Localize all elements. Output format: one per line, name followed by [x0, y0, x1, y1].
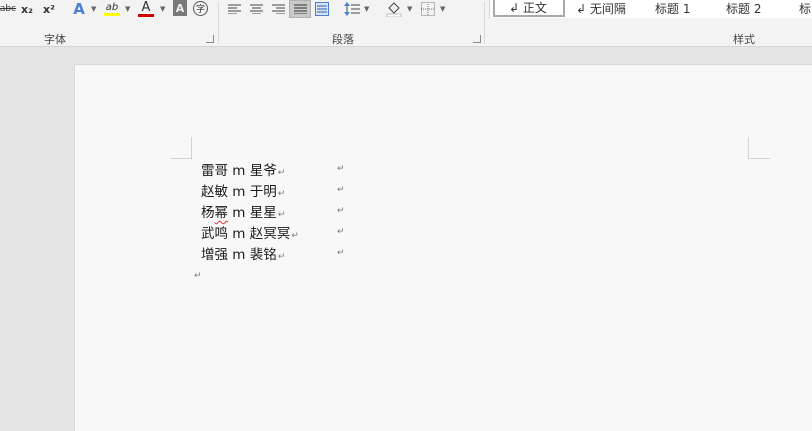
- paragraph-group-label: 段落: [332, 33, 354, 46]
- paragraph-mark-icon: ↵: [277, 252, 286, 262]
- style-heading-1[interactable]: 标题 1: [655, 0, 690, 17]
- distributed-icon: [315, 2, 329, 16]
- font-color-icon: A: [141, 0, 151, 15]
- paragraph-mark-icon: ↵: [291, 231, 299, 241]
- borders-button[interactable]: [419, 0, 437, 18]
- ribbon: abc x₂ x² A ▼ ab ▼ A ▼ A 字 字体 ▼ ▼ ▼ 段落 ↲…: [0, 0, 812, 47]
- chevron-down-icon[interactable]: ▼: [91, 5, 96, 13]
- paint-bucket-icon: [386, 2, 402, 17]
- align-left-icon: [227, 4, 241, 14]
- margin-corner-top-right: [748, 137, 770, 159]
- align-center-button[interactable]: [248, 0, 264, 18]
- paragraph-line[interactable]: 杨幂 m 星星↵: [201, 203, 285, 223]
- paragraph-mark-icon: ↵: [277, 210, 286, 220]
- paragraph-mark-icon: ↵: [337, 185, 345, 195]
- align-left-button[interactable]: [226, 0, 242, 18]
- justify-icon: [293, 4, 307, 14]
- paragraph-line[interactable]: 增强 m 裴铭↵: [201, 245, 285, 265]
- font-color-swatch: [138, 14, 154, 17]
- paragraph-mark-icon: ↵: [277, 168, 286, 178]
- chevron-down-icon[interactable]: ▼: [125, 5, 130, 13]
- shading-button[interactable]: [384, 0, 404, 18]
- strikethrough-button[interactable]: abc: [0, 0, 16, 18]
- paragraph-line[interactable]: 武鸣 m 赵冥冥↵: [201, 224, 299, 244]
- style-heading-2[interactable]: 标题 2: [726, 0, 761, 17]
- subscript-button[interactable]: x₂: [18, 0, 36, 18]
- superscript-button[interactable]: x²: [40, 0, 58, 18]
- font-color-button[interactable]: A: [136, 0, 156, 18]
- chevron-down-icon[interactable]: ▼: [160, 5, 165, 13]
- line-spacing-button[interactable]: [343, 0, 361, 18]
- line-spacing-icon: [344, 2, 360, 16]
- paragraph-dialog-launcher[interactable]: [473, 35, 481, 43]
- paragraph-mark-icon: ↵: [337, 164, 345, 174]
- chevron-down-icon[interactable]: ▼: [440, 5, 445, 13]
- group-divider: [218, 2, 219, 44]
- align-center-icon: [249, 4, 263, 14]
- distributed-button[interactable]: [313, 0, 331, 18]
- font-dialog-launcher[interactable]: [206, 35, 214, 43]
- chevron-down-icon[interactable]: ▼: [407, 5, 412, 13]
- highlight-icon: ab: [105, 2, 119, 13]
- spelling-error[interactable]: 幂: [215, 205, 229, 221]
- enclose-char-button[interactable]: 字: [193, 1, 208, 16]
- paragraph-mark-icon: ↵: [277, 189, 286, 199]
- style-title[interactable]: 标: [799, 0, 812, 17]
- style-no-spacing[interactable]: ↲ 无间隔: [576, 0, 626, 17]
- paragraph-mark-icon: ↵: [337, 248, 345, 258]
- align-right-icon: [271, 4, 285, 14]
- align-right-button[interactable]: [270, 0, 286, 18]
- char-shading-button[interactable]: A: [173, 0, 187, 16]
- group-divider: [484, 2, 485, 44]
- document-area: 雷哥 m 星爷↵ ↵ 赵敏 m 于明↵ ↵ 杨幂 m 星星↵ ↵ 武鸣 m 赵冥…: [0, 47, 812, 431]
- char-shading-icon: A: [175, 1, 185, 15]
- document-page[interactable]: 雷哥 m 星爷↵ ↵ 赵敏 m 于明↵ ↵ 杨幂 m 星星↵ ↵ 武鸣 m 赵冥…: [74, 64, 812, 431]
- borders-icon: [421, 2, 435, 16]
- style-normal[interactable]: ↲ 正文: [493, 0, 565, 17]
- text-effects-button[interactable]: A: [70, 0, 88, 18]
- highlight-color-swatch: [104, 13, 120, 16]
- paragraph-line[interactable]: 雷哥 m 星爷↵: [201, 161, 285, 181]
- paragraph-mark-icon: ↵: [337, 227, 345, 237]
- font-group-label: 字体: [44, 33, 66, 46]
- enclose-char-icon: 字: [195, 5, 205, 15]
- styles-gallery: ↲ 正文 ↲ 无间隔 标题 1 标题 2 标: [489, 0, 812, 18]
- margin-corner-top-left: [170, 137, 192, 159]
- justify-button[interactable]: [289, 0, 311, 18]
- paragraph-line[interactable]: 赵敏 m 于明↵: [201, 182, 285, 202]
- paragraph-mark-icon: ↵: [194, 271, 202, 281]
- paragraph-mark-icon: ↵: [337, 206, 345, 216]
- highlight-button[interactable]: ab: [102, 0, 122, 18]
- styles-group-label: 样式: [733, 33, 755, 46]
- text-effects-icon: A: [73, 0, 85, 18]
- chevron-down-icon[interactable]: ▼: [364, 5, 369, 13]
